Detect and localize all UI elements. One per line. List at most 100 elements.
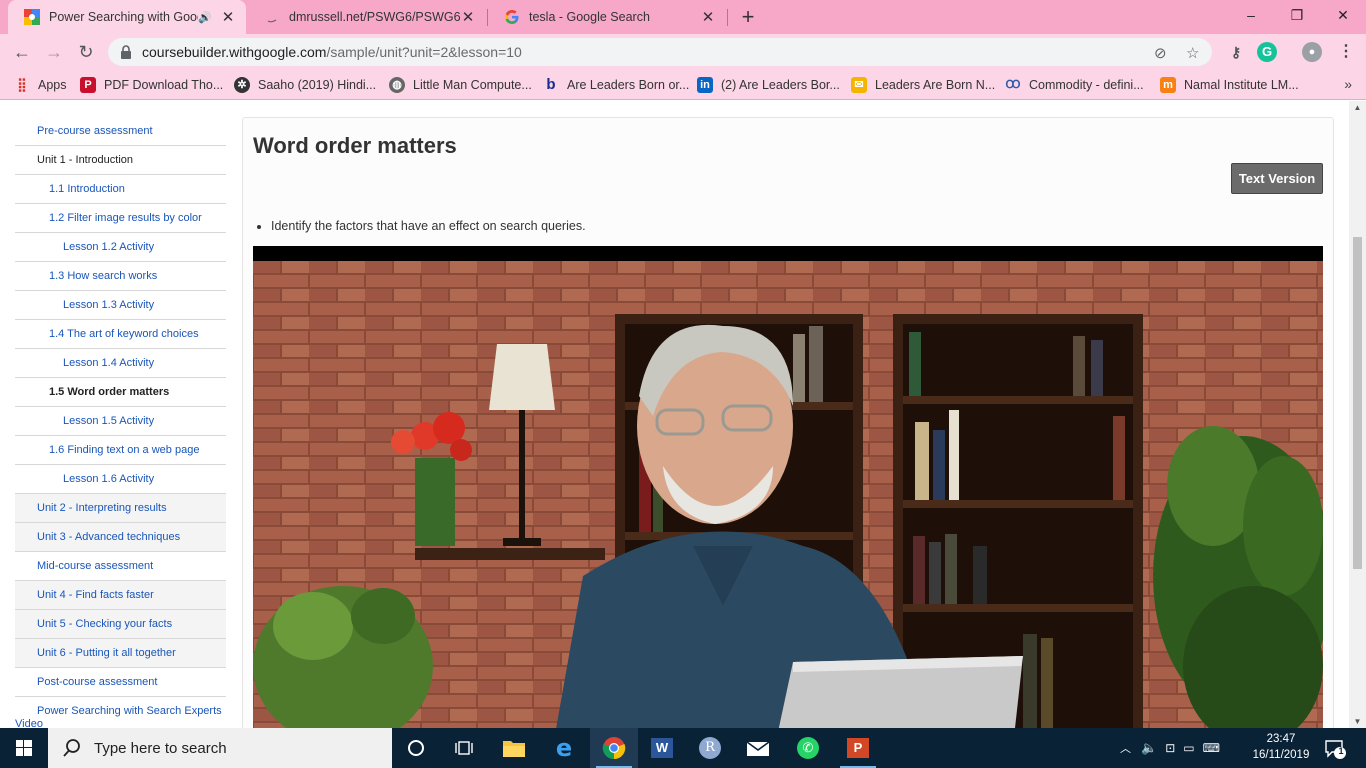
- back-arrow-icon[interactable]: ←: [10, 40, 34, 64]
- menu-kebab-icon[interactable]: ⋮: [1336, 42, 1356, 62]
- nav-pre-course-assessment[interactable]: Pre-course assessment: [15, 117, 226, 146]
- bookmark-leaders-born[interactable]: ✉ Leaders Are Born N...: [851, 76, 995, 94]
- url-text[interactable]: coursebuilder.withgoogle.com/sample/unit…: [142, 44, 522, 60]
- nav-activity-1-6[interactable]: Lesson 1.6 Activity: [15, 465, 226, 494]
- taskbar-search-box[interactable]: Type here to search: [48, 728, 392, 768]
- folder-icon: [503, 741, 525, 757]
- extension-key-icon[interactable]: ⚷: [1226, 42, 1246, 62]
- tab-strip: Power Searching with Google 🔊 ✕ dmrussel…: [0, 0, 1366, 34]
- nav-unit-6[interactable]: Unit 6 - Putting it all together: [15, 639, 226, 668]
- google-g-icon: [505, 10, 519, 24]
- cortana-button[interactable]: [392, 728, 440, 768]
- bookmark-commodity[interactable]: Ꝏ Commodity - defini...: [1005, 76, 1144, 94]
- more-bookmarks-chevron-icon[interactable]: »: [1344, 76, 1352, 92]
- grammarly-icon[interactable]: G: [1257, 42, 1277, 62]
- nav-search-experts-video[interactable]: Power Searching with Search Experts Vide…: [15, 697, 226, 728]
- close-tab-icon[interactable]: ✕: [700, 8, 716, 26]
- maximize-button[interactable]: ❐: [1274, 0, 1320, 30]
- reload-icon[interactable]: ↻: [74, 40, 98, 64]
- bookmark-namal[interactable]: m Namal Institute LM...: [1160, 76, 1299, 94]
- new-tab-button[interactable]: +: [736, 4, 760, 30]
- profile-avatar-icon[interactable]: ●: [1302, 42, 1322, 62]
- bookmark-pdf-download[interactable]: P PDF Download Tho...: [80, 76, 223, 94]
- bookmark-label: PDF Download Tho...: [104, 78, 224, 92]
- speaker-icon[interactable]: 🔊: [198, 11, 212, 24]
- minimize-button[interactable]: –: [1228, 0, 1274, 30]
- system-tray: ︿ 🔈 ⊡ ▭ ⌨: [1120, 728, 1220, 768]
- powerpoint-button[interactable]: P: [834, 728, 882, 768]
- tab-dmrussell[interactable]: dmrussell.net/PSWG6/PSWG6_1.5 ✕: [248, 0, 486, 34]
- page-viewport: Pre-course assessment Unit 1 - Introduct…: [0, 101, 1366, 728]
- bookmark-label: Apps: [38, 78, 67, 92]
- bookmark-apps[interactable]: ⣿ Apps: [14, 76, 67, 94]
- nav-lesson-1-4[interactable]: 1.4 The art of keyword choices: [15, 320, 226, 349]
- coursebuilder-favicon-icon: [24, 9, 40, 25]
- nav-lesson-1-2[interactable]: 1.2 Filter image results by color: [15, 204, 226, 233]
- linkedin-icon: in: [697, 77, 713, 93]
- start-button[interactable]: [0, 728, 48, 768]
- keyboard-icon[interactable]: ⌨: [1203, 741, 1220, 755]
- mail-button[interactable]: [734, 728, 782, 768]
- nav-unit-1[interactable]: Unit 1 - Introduction: [15, 146, 226, 175]
- file-explorer-button[interactable]: [490, 728, 538, 768]
- nav-post-course-assessment[interactable]: Post-course assessment: [15, 668, 226, 697]
- forward-arrow-icon[interactable]: →: [42, 40, 66, 64]
- course-navigation: Pre-course assessment Unit 1 - Introduct…: [15, 117, 226, 728]
- close-window-button[interactable]: ✕: [1320, 0, 1366, 30]
- scroll-up-arrow-icon[interactable]: ▲: [1349, 103, 1366, 112]
- whatsapp-logo-icon: ✆: [797, 737, 819, 759]
- scrollbar-thumb[interactable]: [1353, 237, 1362, 569]
- nav-activity-1-4[interactable]: Lesson 1.4 Activity: [15, 349, 226, 378]
- nav-activity-1-5[interactable]: Lesson 1.5 Activity: [15, 407, 226, 436]
- scroll-down-arrow-icon[interactable]: ▼: [1349, 717, 1366, 726]
- bookmark-saaho[interactable]: ✲ Saaho (2019) Hindi...: [234, 76, 376, 94]
- video-frame: [253, 246, 1323, 728]
- whatsapp-button[interactable]: ✆: [784, 728, 832, 768]
- close-tab-icon[interactable]: ✕: [460, 8, 476, 26]
- bookmark-label: (2) Are Leaders Bor...: [721, 78, 840, 92]
- r-app-button[interactable]: R: [686, 728, 734, 768]
- show-hidden-icons-chevron-icon[interactable]: ︿: [1120, 740, 1131, 756]
- nav-lesson-1-6[interactable]: 1.6 Finding text on a web page: [15, 436, 226, 465]
- browser-toolbar: ← → ↻ coursebuilder.withgoogle.com/sampl…: [0, 34, 1366, 70]
- bookmark-leaders-linkedin[interactable]: in (2) Are Leaders Bor...: [697, 76, 840, 94]
- network-icon[interactable]: ⊡: [1165, 741, 1175, 755]
- objectives-list: Identify the factors that have an effect…: [271, 219, 586, 233]
- chrome-button[interactable]: [590, 728, 638, 768]
- nav-activity-1-2[interactable]: Lesson 1.2 Activity: [15, 233, 226, 262]
- nav-mid-course-assessment[interactable]: Mid-course assessment: [15, 552, 226, 581]
- word-button[interactable]: W: [638, 728, 686, 768]
- edge-button[interactable]: e: [540, 728, 588, 768]
- translate-blocked-icon[interactable]: ⊘: [1154, 44, 1167, 62]
- address-bar[interactable]: coursebuilder.withgoogle.com/sample/unit…: [108, 38, 1212, 66]
- plant-left: [253, 586, 433, 728]
- nav-lesson-1-5-current: 1.5 Word order matters: [15, 378, 226, 407]
- nav-activity-1-3[interactable]: Lesson 1.3 Activity: [15, 291, 226, 320]
- taskbar-clock[interactable]: 23:47 16/11/2019: [1244, 731, 1318, 763]
- volume-icon[interactable]: 🔈: [1141, 740, 1157, 756]
- nav-unit-4[interactable]: Unit 4 - Find facts faster: [15, 581, 226, 610]
- envelope-icon: ✉: [851, 77, 867, 93]
- nav-lesson-1-1[interactable]: 1.1 Introduction: [15, 175, 226, 204]
- tab-tesla-search[interactable]: tesla - Google Search ✕: [488, 0, 726, 34]
- apps-grid-icon: ⣿: [17, 77, 27, 92]
- action-center-button[interactable]: 1: [1322, 736, 1346, 760]
- battery-icon[interactable]: ▭: [1183, 741, 1194, 755]
- bookmark-leaders-bing[interactable]: b Are Leaders Born or...: [543, 76, 689, 94]
- nav-lesson-1-3[interactable]: 1.3 How search works: [15, 262, 226, 291]
- task-view-button[interactable]: [440, 728, 488, 768]
- nav-unit-3[interactable]: Unit 3 - Advanced techniques: [15, 523, 226, 552]
- bookmark-star-icon[interactable]: ☆: [1186, 44, 1199, 62]
- mail-envelope-icon: [746, 741, 770, 756]
- text-version-button[interactable]: Text Version: [1231, 163, 1323, 194]
- tab-power-searching[interactable]: Power Searching with Google 🔊 ✕: [8, 0, 246, 34]
- page-scrollbar[interactable]: ▲ ▼: [1349, 101, 1366, 728]
- nav-unit-5[interactable]: Unit 5 - Checking your facts: [15, 610, 226, 639]
- windows-taskbar: Type here to search e W R ✆ P ︿ 🔈 ⊡ ▭ ⌨ …: [0, 728, 1366, 768]
- video-player[interactable]: [253, 246, 1323, 728]
- nav-unit-2[interactable]: Unit 2 - Interpreting results: [15, 494, 226, 523]
- bookmark-label: Saaho (2019) Hindi...: [258, 78, 377, 92]
- close-tab-icon[interactable]: ✕: [220, 8, 236, 26]
- task-view-icon: [455, 741, 473, 755]
- bookmark-little-man[interactable]: ◍ Little Man Compute...: [389, 76, 532, 94]
